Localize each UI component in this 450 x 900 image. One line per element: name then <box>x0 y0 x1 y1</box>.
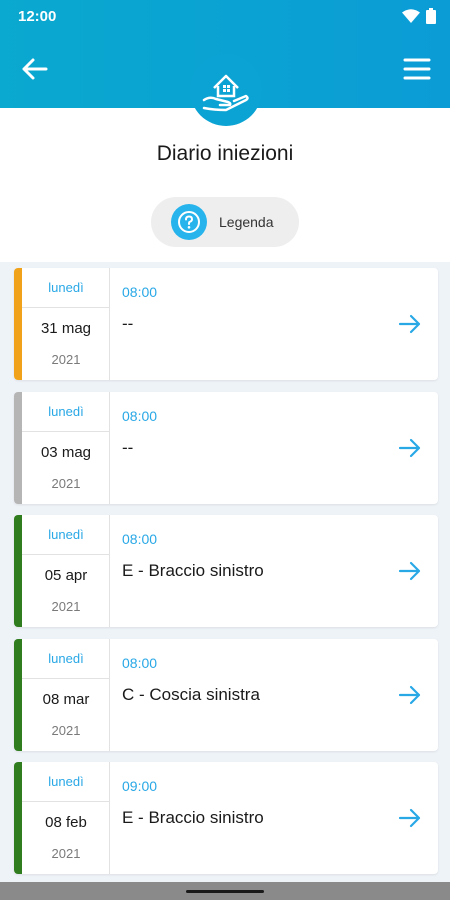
arrow-right-icon[interactable] <box>398 560 422 582</box>
date-column: lunedì 05 apr 2021 <box>22 515 110 627</box>
weekday: lunedì <box>22 268 110 308</box>
injection-time: 08:00 <box>122 531 158 547</box>
arrow-right-icon[interactable] <box>398 807 422 829</box>
weekday: lunedì <box>22 639 110 679</box>
date-column: lunedì 03 mag 2021 <box>22 392 110 504</box>
arrow-right-icon[interactable] <box>398 313 422 335</box>
weekday: lunedì <box>22 392 110 432</box>
year: 2021 <box>51 352 81 367</box>
legend-button[interactable]: Legenda <box>151 197 299 247</box>
injection-entry[interactable]: lunedì 08 feb 2021 09:00 E - Braccio sin… <box>14 762 438 874</box>
injection-site: E - Braccio sinistro <box>122 561 264 580</box>
arrow-right-icon[interactable] <box>398 684 422 706</box>
status-indicator <box>14 515 22 627</box>
injection-entry[interactable]: lunedì 31 mag 2021 08:00 -- <box>14 268 438 380</box>
menu-button[interactable] <box>402 54 432 84</box>
date-column: lunedì 08 feb 2021 <box>22 762 110 874</box>
arrow-right-icon[interactable] <box>398 437 422 459</box>
injection-entry[interactable]: lunedì 08 mar 2021 08:00 C - Coscia sini… <box>14 639 438 751</box>
wifi-icon <box>402 9 420 23</box>
day-month: 08 feb <box>45 814 87 831</box>
date-column: lunedì 31 mag 2021 <box>22 268 110 380</box>
status-indicator <box>14 762 22 874</box>
injection-site: C - Coscia sinistra <box>122 685 260 704</box>
navigation-bar <box>0 882 450 900</box>
injection-time: 09:00 <box>122 778 158 794</box>
day-month: 03 mag <box>40 444 92 461</box>
status-bar: 12:00 <box>0 0 450 34</box>
injection-site: E - Braccio sinistro <box>122 808 264 827</box>
day-month: 05 apr <box>44 567 88 584</box>
weekday: lunedì <box>22 515 110 555</box>
day-month: 08 mar <box>42 691 90 708</box>
year: 2021 <box>51 599 81 614</box>
injection-entry[interactable]: lunedì 05 apr 2021 08:00 E - Braccio sin… <box>14 515 438 627</box>
back-button[interactable] <box>18 54 52 84</box>
status-indicator <box>14 639 22 751</box>
injection-time: 08:00 <box>122 408 158 424</box>
home-indicator[interactable] <box>186 890 264 893</box>
hamburger-menu-icon <box>403 58 431 80</box>
injection-time: 08:00 <box>122 655 158 671</box>
arrow-left-icon <box>22 58 48 80</box>
question-circle-icon <box>171 204 207 240</box>
status-time: 12:00 <box>18 8 57 25</box>
status-icons <box>402 8 436 24</box>
status-indicator <box>14 268 22 380</box>
battery-icon <box>426 8 436 24</box>
page-title: Diario iniezioni <box>156 142 294 165</box>
injection-time: 08:00 <box>122 284 158 300</box>
year: 2021 <box>51 846 81 861</box>
injection-site: -- <box>122 314 134 333</box>
year: 2021 <box>51 723 81 738</box>
app-logo <box>190 54 262 126</box>
weekday: lunedì <box>22 762 110 802</box>
house-in-hand-icon <box>202 74 249 112</box>
status-indicator <box>14 392 22 504</box>
year: 2021 <box>51 476 81 491</box>
injection-entry[interactable]: lunedì 03 mag 2021 08:00 -- <box>14 392 438 504</box>
day-month: 31 mag <box>40 320 92 337</box>
injection-site: -- <box>122 438 134 457</box>
legend-label: Legenda <box>219 214 274 230</box>
date-column: lunedì 08 mar 2021 <box>22 639 110 751</box>
